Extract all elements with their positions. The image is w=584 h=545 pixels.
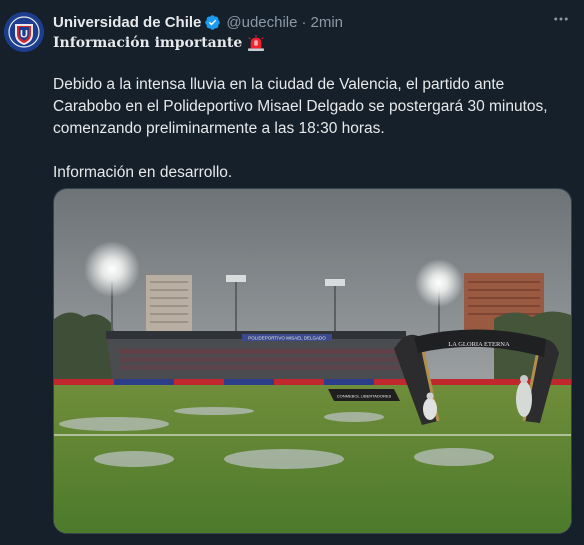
tweet-card[interactable]: U Universidad de Chile @udechile · 2min … xyxy=(0,0,584,545)
arch-text: LA GLORIA ETERNA xyxy=(448,341,510,348)
avatar[interactable]: U xyxy=(4,12,44,52)
stand-sign: POLIDEPORTIVO MISAEL DELGADO xyxy=(248,336,326,341)
more-icon[interactable] xyxy=(552,10,570,33)
siren-icon xyxy=(248,35,265,51)
timestamp[interactable]: 2min xyxy=(310,14,343,31)
tweet-paragraph: Debido a la intensa lluvia en la ciudad … xyxy=(53,76,548,137)
tweet-photo[interactable]: POLIDEPORTIVO MISAEL DELGADO CONMEBOL LI… xyxy=(53,188,572,534)
headline-text: Información importante xyxy=(53,35,243,51)
svg-text:U: U xyxy=(20,29,28,41)
separator: · xyxy=(301,13,307,31)
tweet-paragraph: Información en desarrollo. xyxy=(53,164,233,181)
tweet-headline: Información importante xyxy=(53,35,265,51)
ad-text: CONMEBOL LIBERTADORES xyxy=(337,394,392,399)
tweet-body: Debido a la intensa lluvia en la ciudad … xyxy=(53,74,573,184)
handle[interactable]: @udechile xyxy=(226,14,297,31)
tweet-header: Universidad de Chile @udechile · 2min xyxy=(53,12,343,32)
display-name[interactable]: Universidad de Chile xyxy=(53,14,201,31)
verified-badge-icon xyxy=(205,14,221,30)
